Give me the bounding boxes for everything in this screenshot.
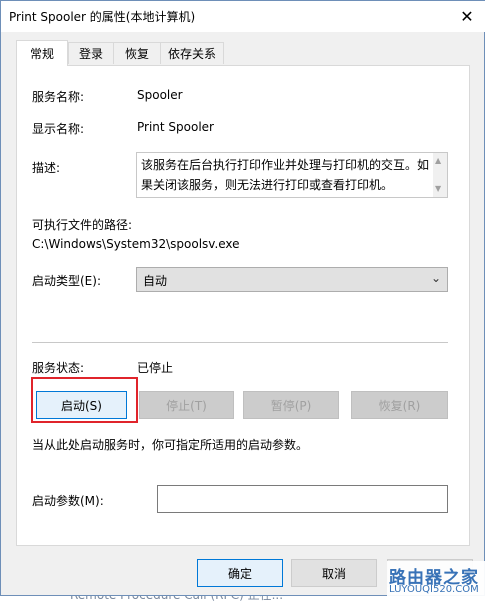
service-status-value: 已停止 <box>137 361 174 375</box>
tab-logon[interactable]: 登录 <box>68 42 114 64</box>
description-text: 该服务在后台执行打印作业并处理与打印机的交互。如果关闭该服务，则无法进行打印或查… <box>141 158 430 192</box>
description-field[interactable]: 该服务在后台执行打印作业并处理与打印机的交互。如果关闭该服务，则无法进行打印或查… <box>136 152 448 198</box>
tab-general[interactable]: 常规 <box>16 40 68 66</box>
service-status-label: 服务状态: <box>32 361 85 375</box>
service-name-label: 服务名称: <box>32 90 85 104</box>
scroll-up-icon[interactable]: ▲ <box>435 156 441 165</box>
exe-path-value: C:\Windows\System32\spoolsv.exe <box>32 237 240 251</box>
tab-dependencies[interactable]: 依存关系 <box>160 42 224 64</box>
stop-button[interactable]: 停止(T) <box>139 391 234 419</box>
display-name-label: 显示名称: <box>32 122 85 136</box>
close-icon: ✕ <box>460 7 474 26</box>
window-title: Print Spooler 的属性(本地计算机) <box>9 10 196 24</box>
exe-path-label: 可执行文件的路径: <box>32 218 133 232</box>
close-button[interactable]: ✕ <box>449 2 485 31</box>
title-bar: Print Spooler 的属性(本地计算机) ✕ <box>1 1 486 32</box>
startup-params-hint: 当从此处启动服务时，你可指定所适用的启动参数。 <box>32 438 309 452</box>
startup-params-label: 启动参数(M): <box>32 494 104 508</box>
highlight-box <box>31 377 138 423</box>
startup-type-select[interactable]: 自动 ⌄ <box>136 267 448 292</box>
display-name-value: Print Spooler <box>137 120 214 134</box>
chevron-down-icon: ⌄ <box>430 271 441 285</box>
ok-button[interactable]: 确定 <box>197 559 283 587</box>
startup-type-value: 自动 <box>143 274 168 288</box>
tab-recovery[interactable]: 恢复 <box>113 42 161 64</box>
cancel-button[interactable]: 取消 <box>291 559 377 587</box>
description-scrollbar[interactable]: ▲ ▼ <box>433 153 447 197</box>
general-panel <box>16 65 470 546</box>
divider <box>32 342 448 343</box>
startup-params-input[interactable] <box>157 485 448 513</box>
pause-button[interactable]: 暂停(P) <box>243 391 339 419</box>
scroll-down-icon[interactable]: ▼ <box>435 184 441 193</box>
service-name-value: Spooler <box>137 88 183 102</box>
site-watermark: 路由器之家 LUYOUQI520.COM <box>387 561 486 597</box>
startup-type-label: 启动类型(E): <box>32 274 101 288</box>
watermark-url: LUYOUQI520.COM <box>389 584 479 595</box>
description-label: 描述: <box>32 161 61 175</box>
resume-button[interactable]: 恢复(R) <box>351 391 448 419</box>
properties-dialog: Print Spooler 的属性(本地计算机) ✕ 登录 恢复 依存关系 常规… <box>0 0 486 597</box>
